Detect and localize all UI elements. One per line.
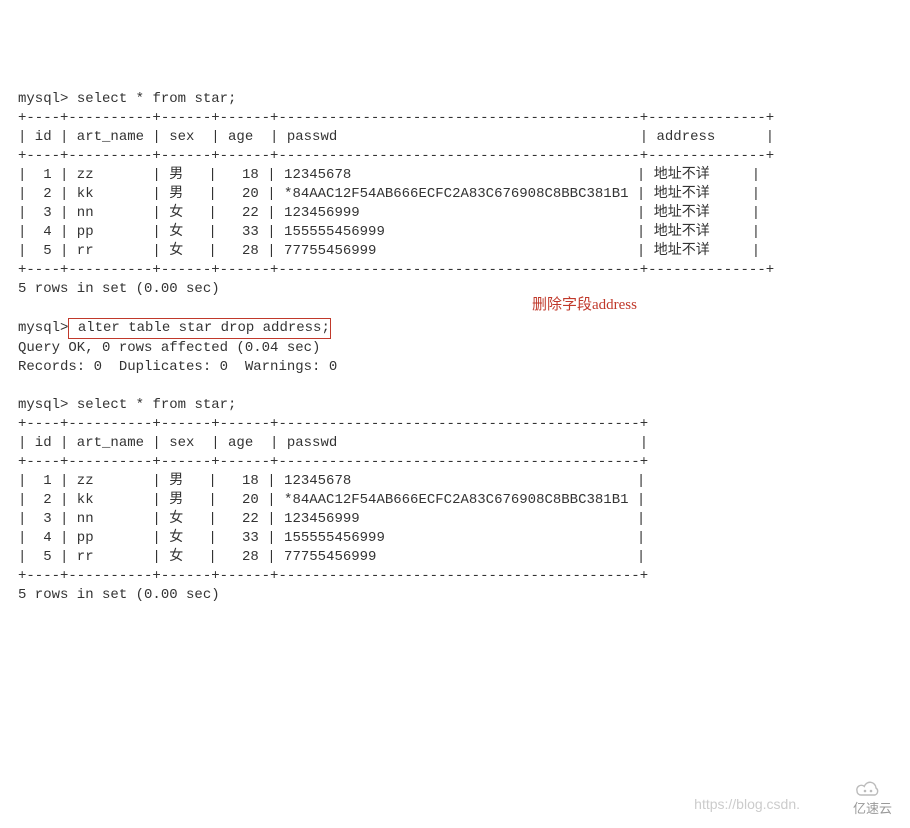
table-row: | 4 | pp | 女 | 33 | 155555456999 | xyxy=(18,530,645,546)
cloud-icon xyxy=(853,781,883,799)
yisu-text: 亿速云 xyxy=(853,801,892,816)
table-row: | 5 | rr | 女 | 28 | 77755456999 | xyxy=(18,549,645,565)
prompt: mysql> xyxy=(18,397,68,413)
terminal-block: mysql> select * from star; +----+-------… xyxy=(18,90,892,605)
annotation-drop-column: 删除字段address xyxy=(532,296,637,315)
query-ok: Query OK, 0 rows affected (0.04 sec) xyxy=(18,340,320,356)
sql-alter-highlight: alter table star drop address; xyxy=(68,318,330,339)
csdn-watermark: https://blog.csdn. xyxy=(694,795,800,814)
table-border: +----+----------+------+------+---------… xyxy=(18,262,774,278)
table-row: | 3 | nn | 女 | 22 | 123456999 | 地址不详 | xyxy=(18,205,760,221)
table-row: | 2 | kk | 男 | 20 | *84AAC12F54AB666ECFC… xyxy=(18,186,760,202)
table-header: | id | art_name | sex | age | passwd | a… xyxy=(18,129,774,145)
prompt: mysql> xyxy=(18,91,68,107)
table-header: | id | art_name | sex | age | passwd | xyxy=(18,435,648,451)
table-border: +----+----------+------+------+---------… xyxy=(18,110,774,126)
table-row: | 4 | pp | 女 | 33 | 155555456999 | 地址不详 … xyxy=(18,224,760,240)
rows-footer: 5 rows in set (0.00 sec) xyxy=(18,281,220,297)
sql-select: select * from star; xyxy=(77,91,237,107)
sql-select: select * from star; xyxy=(77,397,237,413)
table-row: | 1 | zz | 男 | 18 | 12345678 | 地址不详 | xyxy=(18,167,760,183)
table-border: +----+----------+------+------+---------… xyxy=(18,568,648,584)
table-border: +----+----------+------+------+---------… xyxy=(18,454,648,470)
table-border: +----+----------+------+------+---------… xyxy=(18,416,648,432)
table-row: | 3 | nn | 女 | 22 | 123456999 | xyxy=(18,511,645,527)
rows-footer: 5 rows in set (0.00 sec) xyxy=(18,587,220,603)
records-line: Records: 0 Duplicates: 0 Warnings: 0 xyxy=(18,359,337,375)
table-border: +----+----------+------+------+---------… xyxy=(18,148,774,164)
table-row: | 5 | rr | 女 | 28 | 77755456999 | 地址不详 | xyxy=(18,243,760,259)
table-row: | 1 | zz | 男 | 18 | 12345678 | xyxy=(18,473,645,489)
table-row: | 2 | kk | 男 | 20 | *84AAC12F54AB666ECFC… xyxy=(18,492,645,508)
yisu-logo: 亿速云 xyxy=(846,760,892,818)
prompt: mysql> xyxy=(18,320,68,336)
